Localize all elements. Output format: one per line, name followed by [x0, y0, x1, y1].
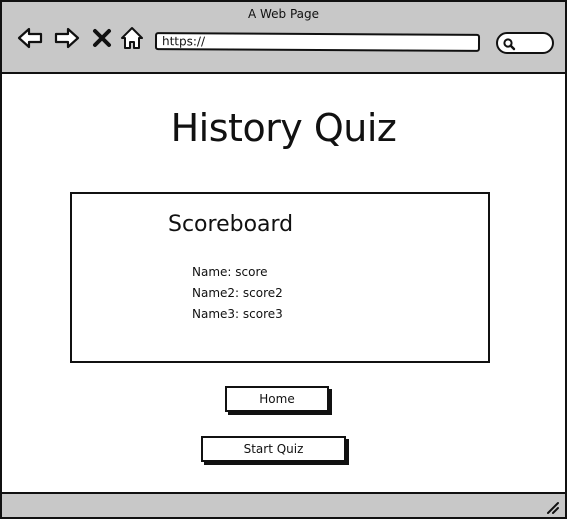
search-icon — [503, 38, 516, 51]
scoreboard-panel: Scoreboard Name: score Name2: score2 Nam… — [70, 192, 490, 363]
status-bar — [2, 492, 565, 517]
home-icon[interactable] — [119, 24, 145, 52]
scoreboard-title: Scoreboard — [168, 212, 294, 237]
forward-arrow-icon[interactable] — [53, 24, 81, 52]
start-quiz-button[interactable]: Start Quiz — [201, 436, 346, 462]
resize-grip-icon[interactable] — [545, 500, 559, 514]
window-title: A Web Page — [247, 7, 320, 21]
browser-window: A Web Page https:// History Quiz Scorebo… — [0, 0, 567, 519]
search-box[interactable] — [496, 32, 554, 54]
close-icon[interactable] — [90, 24, 114, 52]
url-input[interactable]: https:// — [154, 32, 481, 52]
page-title: History Quiz — [170, 106, 397, 150]
browser-toolbar: A Web Page https:// — [2, 2, 565, 74]
score-entry: Name2: score2 — [192, 286, 283, 300]
score-entry: Name: score — [192, 265, 268, 279]
back-arrow-icon[interactable] — [16, 24, 44, 52]
score-entry: Name3: score3 — [192, 307, 283, 321]
home-button[interactable]: Home — [225, 386, 329, 412]
score-list: Name: score Name2: score2 Name3: score3 — [192, 262, 283, 325]
